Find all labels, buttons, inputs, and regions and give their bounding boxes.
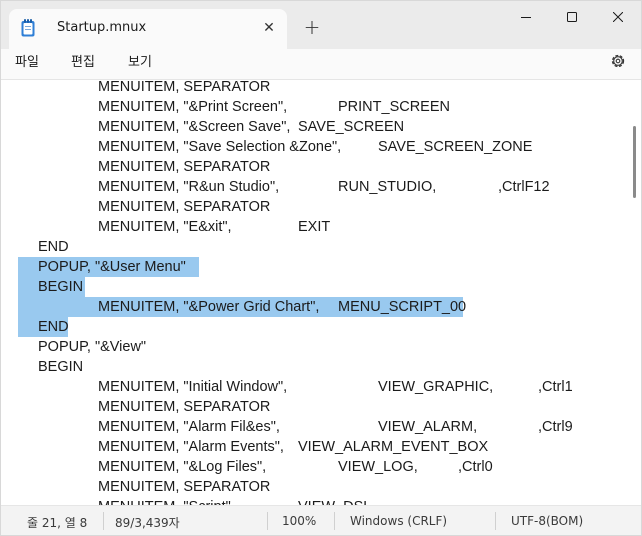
code-line: EXIT <box>298 219 331 235</box>
character-count: 89/3,439자 <box>115 516 180 530</box>
code-line: MENUITEM, "Save Selection &Zone", <box>98 139 342 155</box>
gear-icon[interactable] <box>607 50 629 72</box>
code-line: MENUITEM, "&Log Files", <box>98 459 267 475</box>
code-line: MENUITEM, "&Screen Save", <box>98 119 291 135</box>
code-line: VIEW_ALARM_EVENT_BOX <box>298 439 489 455</box>
status-divider <box>103 512 104 530</box>
code-line: MENUITEM, SEPARATOR <box>98 479 271 495</box>
minimize-button[interactable] <box>503 1 549 33</box>
code-line: ,Ctrl9 <box>538 419 573 435</box>
status-divider <box>334 512 335 530</box>
code-line: END <box>38 319 69 335</box>
code-line: MENUITEM, "&Power Grid Chart", <box>98 299 320 315</box>
maximize-icon <box>567 12 577 22</box>
code-line: ,Ctrl0 <box>458 459 493 475</box>
status-bar: 줄 21, 열 8 89/3,439자 100% Windows (CRLF) … <box>1 505 641 535</box>
code-line: SAVE_SCREEN_ZONE <box>378 139 533 155</box>
code-line: MENUITEM, SEPARATOR <box>98 199 271 215</box>
status-divider <box>495 512 496 530</box>
code-line: MENUITEM, "&Print Screen", <box>98 99 288 115</box>
close-icon <box>613 12 623 22</box>
code-line: ,Ctrl1 <box>538 379 573 395</box>
status-divider <box>267 512 268 530</box>
code-line: BEGIN <box>38 359 84 375</box>
code-line: VIEW_LOG, <box>338 459 418 475</box>
code-line: BEGIN <box>38 279 84 295</box>
code-line: PRINT_SCREEN <box>338 99 450 115</box>
maximize-button[interactable] <box>549 1 595 33</box>
zoom-level[interactable]: 100% <box>282 514 316 528</box>
menu-file[interactable]: 파일 <box>7 52 47 74</box>
code-line: MENUITEM, "E&xit", <box>98 219 232 235</box>
text-editor[interactable]: MENUITEM, SEPARATOR MENUITEM, "&Print Sc… <box>1 79 641 505</box>
code-line: MENUITEM, "Alarm Fil&es", <box>98 419 280 435</box>
new-tab-button[interactable]: + <box>301 17 323 39</box>
code-line: MENUITEM, "Initial Window", <box>98 379 288 395</box>
notepad-icon <box>21 19 35 37</box>
tab-startup-mnux[interactable]: Startup.mnux ✕ <box>9 9 287 49</box>
code-line: POPUP, "&View" <box>38 339 147 355</box>
code-line: MENUITEM, "Alarm Events", <box>98 439 284 455</box>
code-line: VIEW_GRAPHIC, <box>378 379 494 395</box>
code-line: MENUITEM, "Script", <box>98 497 235 505</box>
vertical-scrollbar[interactable] <box>633 126 636 198</box>
code-line: MENUITEM, SEPARATOR <box>98 159 271 175</box>
notepad-window: Startup.mnux ✕ + 파일 편집 보기 MENUITEM, SEPA… <box>0 0 642 536</box>
code-line: RUN_STUDIO, <box>338 179 437 195</box>
close-tab-icon[interactable]: ✕ <box>259 18 279 38</box>
code-line: ,CtrlF12 <box>498 179 550 195</box>
line-ending: Windows (CRLF) <box>350 514 448 528</box>
code-line: VIEW_ALARM, <box>378 419 478 435</box>
code-line: VIEW_DSL <box>298 497 371 505</box>
title-bar: Startup.mnux ✕ + <box>1 1 641 49</box>
cursor-position: 줄 21, 열 8 <box>27 516 88 530</box>
menu-bar: 파일 편집 보기 <box>1 49 641 79</box>
encoding: UTF-8(BOM) <box>511 514 584 528</box>
menu-edit[interactable]: 편집 <box>63 52 103 74</box>
code-line: MENU_SCRIPT_00 <box>338 299 467 315</box>
code-line: MENUITEM, "R&un Studio", <box>98 179 280 195</box>
code-line: SAVE_SCREEN <box>298 119 405 135</box>
code-line: MENUITEM, SEPARATOR <box>98 399 271 415</box>
close-window-button[interactable] <box>595 1 641 33</box>
tab-title: Startup.mnux <box>57 20 147 35</box>
menu-view[interactable]: 보기 <box>120 52 160 74</box>
minimize-icon <box>521 17 531 18</box>
code-line: MENUITEM, SEPARATOR <box>98 79 271 95</box>
code-line: POPUP, "&User Menu" <box>38 259 186 275</box>
code-line: END <box>38 239 69 255</box>
